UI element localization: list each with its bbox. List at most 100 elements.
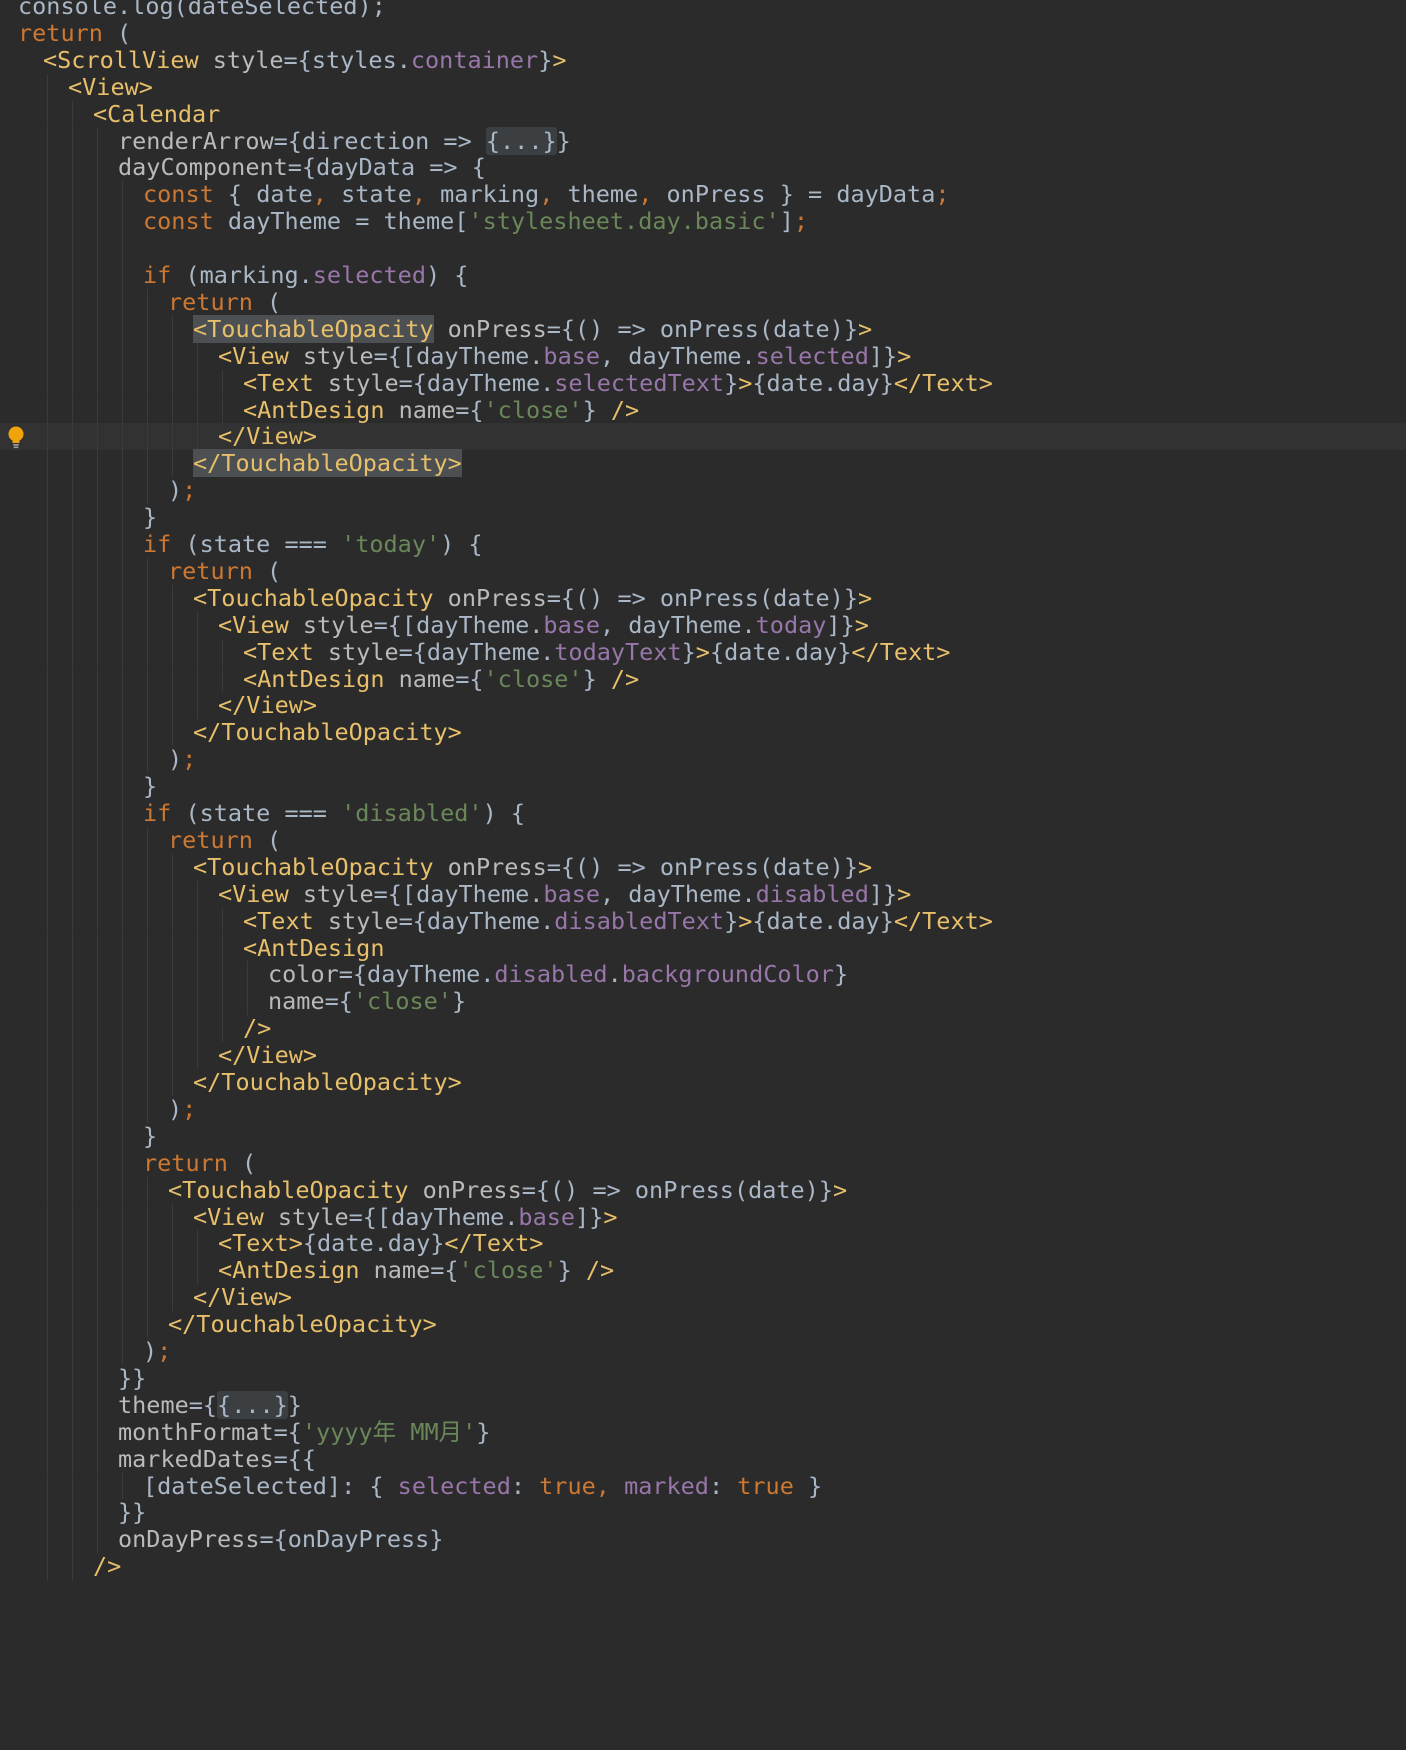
code-line[interactable]: </TouchableOpacity> bbox=[0, 449, 1406, 478]
indent-guide bbox=[47, 611, 48, 639]
code-line[interactable]: renderArrow={direction => {...}} bbox=[0, 126, 1406, 155]
indent-guide bbox=[97, 907, 98, 935]
code-line[interactable]: } bbox=[0, 773, 1406, 800]
code-token: ]} bbox=[575, 1202, 604, 1231]
code-line[interactable]: if (marking.selected) { bbox=[0, 262, 1406, 289]
code-line[interactable]: <TouchableOpacity onPress={() => onPress… bbox=[0, 584, 1406, 612]
folded-code-token[interactable]: {...} bbox=[217, 1390, 288, 1419]
code-line[interactable]: <Text>{date.day}</Text> bbox=[0, 1230, 1406, 1258]
indent-guide bbox=[72, 1364, 73, 1392]
indent-guide bbox=[122, 826, 123, 854]
code-line[interactable]: <View style={[dayTheme.base, dayTheme.di… bbox=[0, 879, 1406, 908]
code-line[interactable]: <AntDesign bbox=[0, 934, 1406, 962]
indent-guide bbox=[72, 557, 73, 585]
code-line[interactable]: /> bbox=[0, 1553, 1406, 1581]
code-line[interactable]: <AntDesign name={'close'} /> bbox=[0, 1257, 1406, 1285]
code-line[interactable]: if (state === 'disabled') { bbox=[0, 800, 1406, 827]
code-line[interactable]: ); bbox=[0, 1338, 1406, 1365]
code-line[interactable]: <View style={[dayTheme.base, dayTheme.to… bbox=[0, 610, 1406, 639]
code-line[interactable]: <Calendar bbox=[0, 100, 1406, 128]
indent-guide bbox=[197, 1015, 198, 1043]
code-line[interactable]: return ( bbox=[0, 19, 1406, 47]
code-line[interactable]: markedDates={{ bbox=[0, 1445, 1406, 1473]
code-line[interactable]: <Text style={dayTheme.disabledText}>{dat… bbox=[0, 907, 1406, 935]
code-line[interactable]: color={dayTheme.disabled.backgroundColor… bbox=[0, 961, 1406, 989]
code-line[interactable]: return ( bbox=[0, 288, 1406, 316]
code-line[interactable]: <AntDesign name={'close'} /> bbox=[0, 665, 1406, 693]
code-line[interactable]: } bbox=[0, 1122, 1406, 1150]
code-line-current[interactable]: </View> bbox=[0, 423, 1406, 451]
code-line[interactable]: return ( bbox=[0, 557, 1406, 585]
code-line[interactable]: } bbox=[0, 504, 1406, 531]
code-line[interactable]: <View style={[dayTheme.base, dayTheme.se… bbox=[0, 341, 1406, 370]
code-line[interactable]: <View style={[dayTheme.base]}> bbox=[0, 1202, 1406, 1231]
indent-guide bbox=[97, 1149, 98, 1177]
code-line[interactable]: </TouchableOpacity> bbox=[0, 1069, 1406, 1096]
indent-guide bbox=[72, 504, 73, 531]
code-line[interactable]: if (state === 'today') { bbox=[0, 531, 1406, 558]
indent-guide bbox=[47, 934, 48, 962]
code-line[interactable]: <TouchableOpacity onPress={() => onPress… bbox=[0, 1176, 1406, 1204]
code-line[interactable]: onDayPress={onDayPress} bbox=[0, 1525, 1406, 1554]
code-line[interactable]: </View> bbox=[0, 1042, 1406, 1069]
code-token: marking bbox=[426, 180, 540, 209]
indent-guide bbox=[222, 396, 223, 424]
indent-guide bbox=[122, 208, 123, 236]
indent-guide bbox=[97, 342, 98, 370]
lightbulb-icon[interactable] bbox=[6, 425, 26, 449]
code-line[interactable]: <View> bbox=[0, 73, 1406, 101]
code-editor[interactable]: console.log(dateSelected); return (<Scrol… bbox=[0, 0, 1406, 1750]
code-line[interactable]: ); bbox=[0, 1095, 1406, 1123]
code-line[interactable]: </TouchableOpacity> bbox=[0, 1311, 1406, 1338]
code-token: , dayTheme. bbox=[600, 341, 756, 370]
code-line[interactable]: <ScrollView style={styles.container}> bbox=[0, 46, 1406, 74]
indent-guide bbox=[97, 1284, 98, 1312]
folded-code-token[interactable]: {...} bbox=[485, 126, 557, 155]
code-line[interactable]: <AntDesign name={'close'} /> bbox=[0, 396, 1406, 424]
code-line[interactable]: <Text style={dayTheme.selectedText}>{dat… bbox=[0, 369, 1406, 397]
attribute-token: onDayPress bbox=[118, 1525, 260, 1554]
code-line[interactable]: </View> bbox=[0, 1284, 1406, 1312]
indent-guide bbox=[122, 1015, 123, 1043]
indent-guide bbox=[97, 692, 98, 720]
code-line[interactable]: const dayTheme = theme['stylesheet.day.b… bbox=[0, 207, 1406, 236]
code-token: ( bbox=[252, 825, 282, 854]
indent-guide bbox=[72, 1553, 73, 1581]
code-line[interactable]: return ( bbox=[0, 825, 1406, 854]
indent-guide bbox=[97, 396, 98, 424]
code-line[interactable]: }} bbox=[0, 1364, 1406, 1392]
code-line[interactable]: <TouchableOpacity onPress={() => onPress… bbox=[0, 853, 1406, 881]
code-line[interactable]: monthFormat={'yyyy年 MM月'} bbox=[0, 1418, 1406, 1446]
code-line[interactable]: name={'close'} bbox=[0, 988, 1406, 1016]
code-line[interactable]: ); bbox=[0, 746, 1406, 774]
indent-guide bbox=[47, 369, 48, 397]
indent-guide bbox=[47, 235, 48, 262]
code-line[interactable]: /> bbox=[0, 1015, 1406, 1043]
code-line[interactable]: <TouchableOpacity onPress={() => onPress… bbox=[0, 314, 1406, 343]
indent-guide bbox=[47, 1042, 48, 1069]
keyword-token: ; bbox=[793, 207, 808, 236]
indent-guide bbox=[72, 235, 73, 262]
code-line[interactable]: ); bbox=[0, 477, 1406, 505]
tag-token: </TouchableOpacity> bbox=[193, 718, 462, 747]
code-line[interactable]: </View> bbox=[0, 692, 1406, 720]
code-line[interactable]: <Text style={dayTheme.todayText}>{date.d… bbox=[0, 638, 1406, 666]
indent-guide bbox=[147, 1230, 148, 1258]
code-line[interactable] bbox=[0, 235, 1406, 262]
code-line[interactable]: theme={{...}} bbox=[0, 1390, 1406, 1419]
indent-guide bbox=[147, 826, 148, 854]
tag-token: > bbox=[854, 610, 869, 639]
tag-token: > bbox=[897, 879, 912, 908]
indent-guide bbox=[122, 1122, 123, 1150]
code-line[interactable]: return ( bbox=[0, 1149, 1406, 1177]
indent-guide bbox=[97, 746, 98, 774]
code-line[interactable]: }} bbox=[0, 1499, 1406, 1527]
code-line[interactable]: [dateSelected]: { selected: true, marked… bbox=[0, 1472, 1406, 1500]
code-line[interactable]: dayComponent={dayData => { bbox=[0, 154, 1406, 182]
indent-guide bbox=[97, 1015, 98, 1043]
code-line[interactable]: console.log(dateSelected); bbox=[0, 0, 1406, 20]
indent-guide bbox=[122, 934, 123, 962]
indent-guide bbox=[122, 1338, 123, 1365]
code-line[interactable]: </TouchableOpacity> bbox=[0, 718, 1406, 747]
code-line[interactable]: const { date, state, marking, theme, onP… bbox=[0, 180, 1406, 209]
